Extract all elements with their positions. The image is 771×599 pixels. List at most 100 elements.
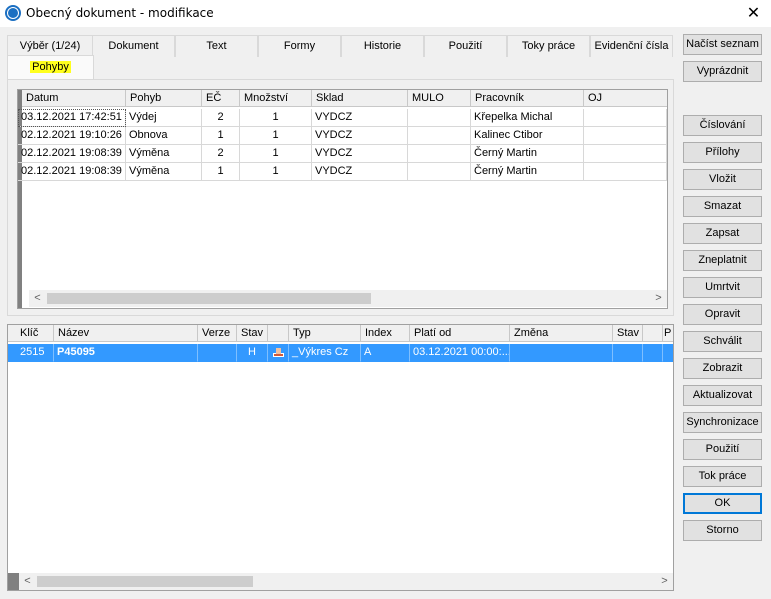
scroll-left-icon[interactable]: < [29, 290, 46, 307]
cell-pracovnik[interactable]: Černý Martin [471, 163, 584, 181]
cell-stav[interactable]: H [237, 344, 268, 362]
cell-stav2[interactable] [613, 344, 643, 362]
cell-datum[interactable]: 02.12.2021 19:08:39 [18, 163, 126, 181]
tab-text[interactable]: Text [175, 35, 258, 57]
empty-button[interactable]: Vyprázdnit [683, 61, 762, 82]
synchronize-button[interactable]: Synchronizace [683, 412, 762, 433]
ok-button[interactable]: OK [683, 493, 762, 514]
tab-pouziti[interactable]: Použití [424, 35, 507, 57]
cell-nazev[interactable]: P45095 [54, 344, 198, 362]
cell-mnozstvi[interactable]: 1 [240, 109, 312, 127]
workflow-button[interactable]: Tok práce [683, 466, 762, 487]
col-header-plati-od[interactable]: Platí od [410, 325, 510, 342]
col-header-datum[interactable]: Datum [22, 90, 126, 107]
approve-button[interactable]: Schválit [683, 331, 762, 352]
cell-pohyb[interactable]: Výdej [126, 109, 202, 127]
tab-evidencni-cisla[interactable]: Evidenční čísla [590, 35, 673, 57]
cell-pracovnik[interactable]: Křepelka Michal [471, 109, 584, 127]
cell-sklad[interactable]: VYDCZ [312, 127, 408, 145]
documents-grid[interactable]: Klíč Název Verze Stav Typ Index Platí od… [7, 324, 674, 591]
scroll-thumb[interactable] [37, 576, 253, 587]
cell-plati-od[interactable]: 03.12.2021 00:00:... [410, 344, 510, 362]
cell-oj[interactable] [584, 163, 667, 181]
numbering-button[interactable]: Číslování [683, 115, 762, 136]
cell-mnozstvi[interactable]: 1 [240, 127, 312, 145]
cell-sklad[interactable]: VYDCZ [312, 145, 408, 163]
tab-toky-prace[interactable]: Toky práce [507, 35, 590, 57]
cell-mnozstvi[interactable]: 1 [240, 145, 312, 163]
tab-dokument[interactable]: Dokument [92, 35, 175, 57]
scroll-right-icon[interactable]: > [656, 573, 673, 590]
movements-grid[interactable]: Datum Pohyb EČ Množství Sklad MULO Praco… [17, 89, 668, 309]
col-header-extra[interactable] [643, 325, 663, 342]
invalidate-button[interactable]: Zneplatnit [683, 250, 762, 271]
tab-historie[interactable]: Historie [341, 35, 424, 57]
cell-mulo[interactable] [408, 109, 471, 127]
attachments-button[interactable]: Přílohy [683, 142, 762, 163]
col-header-typ[interactable]: Typ [289, 325, 361, 342]
delete-button[interactable]: Smazat [683, 196, 762, 217]
scroll-left-icon[interactable]: < [19, 573, 36, 590]
cell-typ[interactable]: _Výkres Cz [289, 344, 361, 362]
cell-oj[interactable] [584, 145, 667, 163]
col-header-stav[interactable]: Stav [237, 325, 268, 342]
cell-mnozstvi[interactable]: 1 [240, 163, 312, 181]
col-header-zmena[interactable]: Změna [510, 325, 613, 342]
repair-button[interactable]: Opravit [683, 304, 762, 325]
cell-index[interactable]: A [361, 344, 410, 362]
cell-pohyb[interactable]: Výměna [126, 145, 202, 163]
scroll-right-icon[interactable]: > [650, 290, 667, 307]
cell-pohyb[interactable]: Obnova [126, 127, 202, 145]
cell-ec[interactable]: 2 [202, 145, 240, 163]
cell-ec[interactable]: 1 [202, 163, 240, 181]
close-icon[interactable]: ✕ [736, 0, 771, 27]
col-header-p[interactable]: P [663, 325, 673, 342]
update-button[interactable]: Aktualizovat [683, 385, 762, 406]
cell-datum[interactable]: 02.12.2021 19:08:39 [18, 145, 126, 163]
insert-button[interactable]: Vložit [683, 169, 762, 190]
col-header-stav2[interactable]: Stav [613, 325, 643, 342]
cell-ec[interactable]: 1 [202, 127, 240, 145]
deactivate-button[interactable]: Umrtvit [683, 277, 762, 298]
cell-extra[interactable] [643, 344, 663, 362]
col-header-mulo[interactable]: MULO [408, 90, 471, 107]
cell-verze[interactable] [198, 344, 237, 362]
col-header-sklad[interactable]: Sklad [312, 90, 408, 107]
movements-hscrollbar[interactable]: < > [29, 290, 667, 307]
cell-pracovnik[interactable]: Kalinec Ctibor [471, 127, 584, 145]
col-header-oj[interactable]: OJ [584, 90, 667, 107]
cell-p[interactable] [663, 344, 673, 362]
cell-datum[interactable]: 02.12.2021 19:10:26 [18, 127, 126, 145]
tab-pohyby[interactable]: Pohyby [7, 55, 94, 80]
cancel-button[interactable]: Storno [683, 520, 762, 541]
documents-hscrollbar[interactable]: < > [19, 573, 673, 590]
col-header-nazev[interactable]: Název [54, 325, 198, 342]
load-list-button[interactable]: Načíst seznam [683, 34, 762, 55]
cell-mulo[interactable] [408, 163, 471, 181]
cell-oj[interactable] [584, 127, 667, 145]
cell-icon[interactable] [268, 344, 289, 362]
col-header-pohyb[interactable]: Pohyb [126, 90, 202, 107]
cell-sklad[interactable]: VYDCZ [312, 163, 408, 181]
tab-formy[interactable]: Formy [258, 35, 341, 57]
cell-pracovnik[interactable]: Černý Martin [471, 145, 584, 163]
cell-zmena[interactable] [510, 344, 613, 362]
cell-ec[interactable]: 2 [202, 109, 240, 127]
cell-mulo[interactable] [408, 145, 471, 163]
col-header-icon[interactable] [268, 325, 289, 342]
col-header-pracovnik[interactable]: Pracovník [471, 90, 584, 107]
cell-oj[interactable] [584, 109, 667, 127]
cell-sklad[interactable]: VYDCZ [312, 109, 408, 127]
write-button[interactable]: Zapsat [683, 223, 762, 244]
cell-datum[interactable]: 03.12.2021 17:42:51 [18, 109, 126, 127]
cell-mulo[interactable] [408, 127, 471, 145]
show-button[interactable]: Zobrazit [683, 358, 762, 379]
scroll-thumb[interactable] [47, 293, 371, 304]
col-header-ec[interactable]: EČ [202, 90, 240, 107]
col-header-klic[interactable]: Klíč [8, 325, 54, 342]
usage-button[interactable]: Použití [683, 439, 762, 460]
col-header-verze[interactable]: Verze [198, 325, 237, 342]
tab-vyber[interactable]: Výběr (1/24) [7, 35, 93, 57]
col-header-index[interactable]: Index [361, 325, 410, 342]
col-header-mnozstvi[interactable]: Množství [240, 90, 312, 107]
